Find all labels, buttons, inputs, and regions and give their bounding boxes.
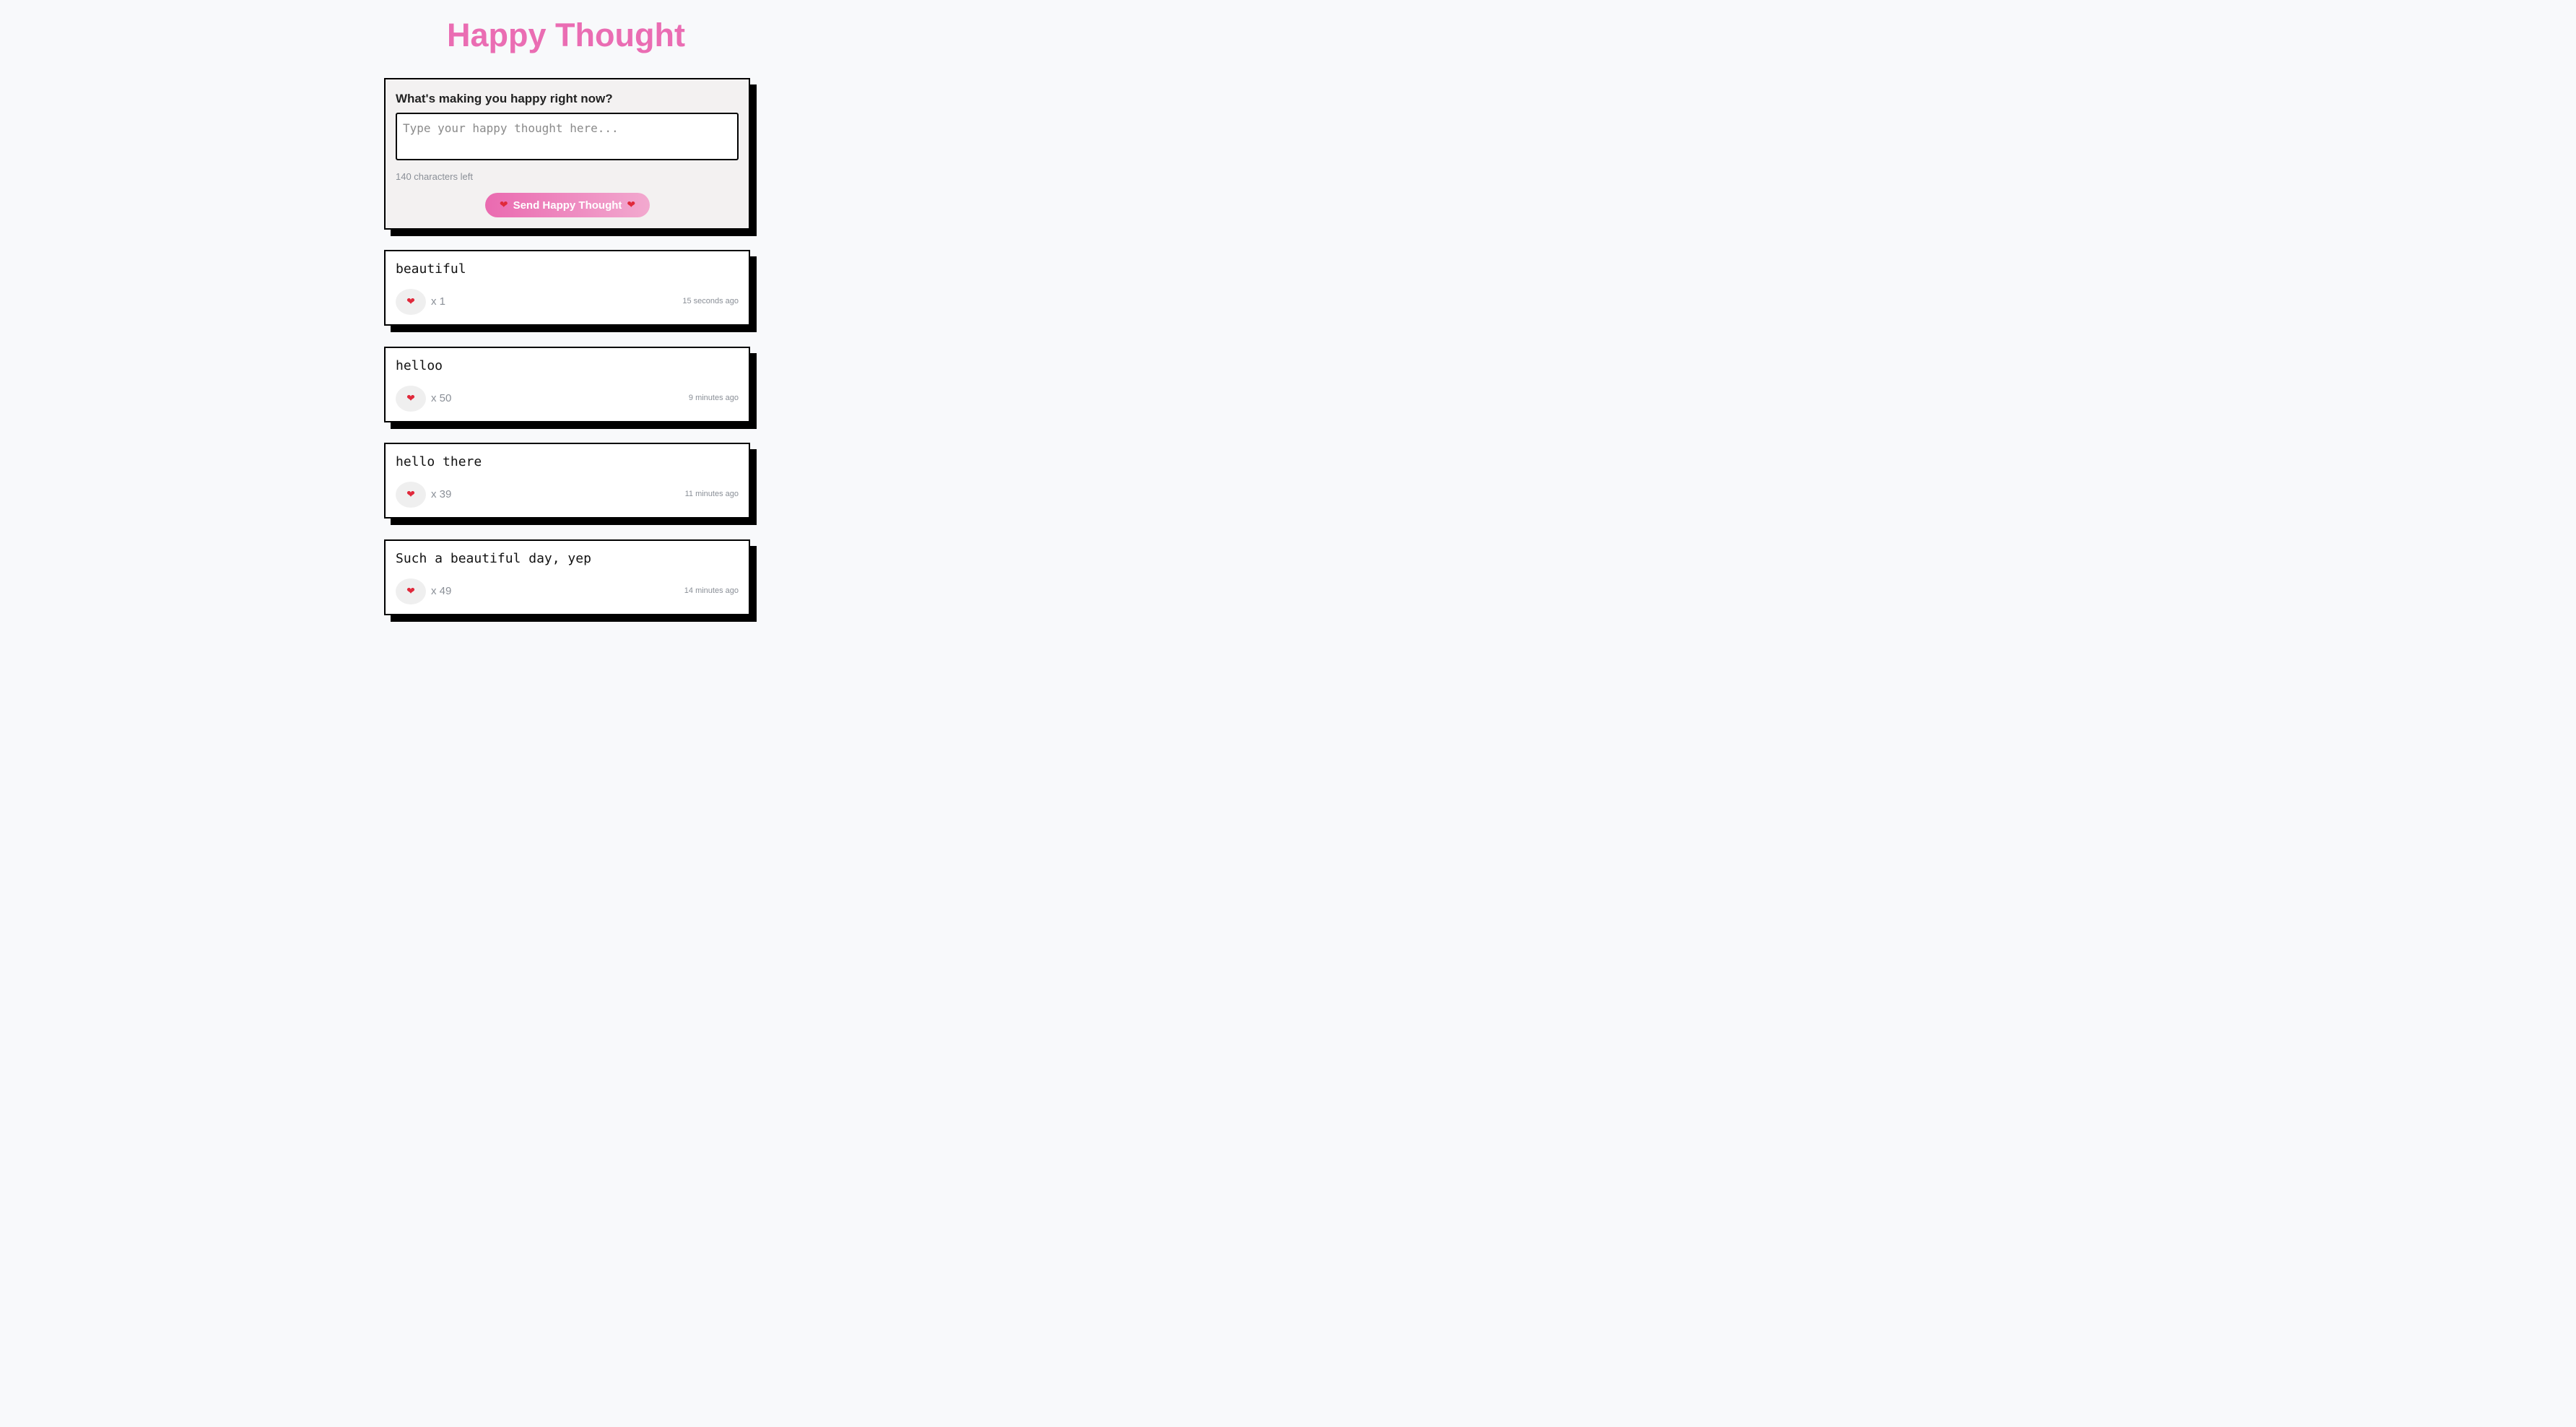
heart-icon: ❤: [406, 296, 415, 308]
thought-form: What's making you happy right now? 140 c…: [384, 78, 750, 230]
thought-input[interactable]: [396, 113, 739, 160]
like-count: x 49: [431, 585, 452, 597]
like-button[interactable]: ❤: [396, 482, 426, 508]
like-count: x 1: [431, 295, 446, 308]
like-count: x 39: [431, 488, 452, 500]
thought-card: helloo ❤ x 50 9 minutes ago: [384, 347, 750, 422]
heart-icon: ❤: [406, 489, 415, 500]
thought-card: Such a beautiful day, yep ❤ x 49 14 minu…: [384, 539, 750, 615]
heart-icon: ❤: [627, 199, 636, 211]
heart-icon: ❤: [406, 393, 415, 404]
page-title: Happy Thought: [447, 17, 685, 53]
thought-card: hello there ❤ x 39 11 minutes ago: [384, 443, 750, 519]
form-label: What's making you happy right now?: [396, 92, 613, 105]
timestamp: 14 minutes ago: [684, 586, 739, 595]
heart-icon: ❤: [499, 199, 508, 211]
like-button[interactable]: ❤: [396, 578, 426, 604]
thought-card: beautiful ❤ x 1 15 seconds ago: [384, 250, 750, 326]
thought-message: Such a beautiful day, yep: [396, 551, 591, 566]
thought-message: beautiful: [396, 261, 466, 277]
char-count: 140 characters left: [396, 171, 473, 182]
thought-message: helloo: [396, 358, 443, 373]
like-button[interactable]: ❤: [396, 289, 426, 315]
send-button-label: Send Happy Thought: [513, 199, 622, 212]
heart-icon: ❤: [406, 586, 415, 597]
like-count: x 50: [431, 392, 452, 404]
timestamp: 9 minutes ago: [688, 394, 739, 402]
like-button[interactable]: ❤: [396, 386, 426, 412]
timestamp: 15 seconds ago: [682, 297, 739, 305]
send-thought-button[interactable]: ❤ Send Happy Thought ❤: [485, 193, 650, 217]
timestamp: 11 minutes ago: [684, 490, 739, 498]
thought-message: hello there: [396, 454, 482, 469]
